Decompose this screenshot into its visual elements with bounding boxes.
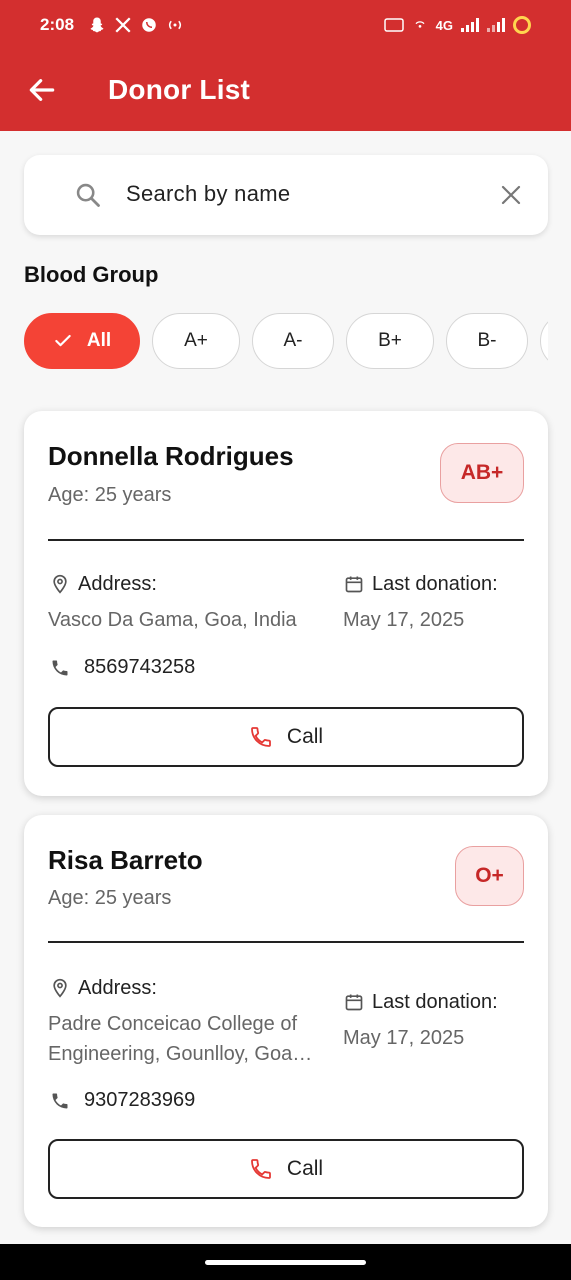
blood-group-badge: AB+ [440,443,524,503]
clear-icon[interactable] [499,183,523,207]
last-donation-value: May 17, 2025 [343,1027,465,1049]
address-value-line-2: Engineering, Gounlloy, Goa… [48,1043,313,1065]
last-donation-value: May 17, 2025 [343,609,465,631]
call-button-label: Call [286,1157,324,1180]
donor-age: Age: 25 years [48,484,172,506]
status-bar: 2:08 4G [0,0,571,50]
hotspot-icon [169,20,182,30]
location-pin-icon [53,978,67,998]
blood-group-badge: O+ [455,846,524,906]
phone-icon [251,1159,271,1179]
chip-label: B+ [378,330,402,351]
status-time: 2:08 [40,15,75,34]
search-bar[interactable]: Search by name [24,155,548,235]
phone-number[interactable]: 9307283969 [84,1089,195,1112]
system-indicators: 4G [383,16,531,34]
check-icon [55,334,71,347]
chip-b-positive[interactable]: B+ [346,313,434,369]
address-label: Address: [78,977,157,999]
call-button-label: Call [286,725,324,748]
call-button[interactable]: Call [48,1139,524,1199]
network-type: 4G [435,17,453,33]
chip-label: A+ [184,330,208,351]
page-title: Donor List [108,74,250,105]
chip-a-positive[interactable]: A+ [152,313,240,369]
toolbar: Donor List [0,50,571,131]
battery-icon [513,16,531,34]
snapchat-icon [90,17,104,33]
chip-all[interactable]: All [24,313,140,369]
donor-name: Risa Barreto [48,845,203,875]
last-donation-label: Last donation: [372,991,498,1013]
notification-icons [88,16,184,34]
blood-group-label: Blood Group [24,262,159,287]
home-gesture-handle[interactable] [205,1260,366,1265]
phone-icon [52,1093,68,1109]
whatsapp-icon [142,18,156,32]
calendar-icon [345,994,363,1011]
chip-more[interactable] [540,313,548,369]
phone-icon [52,660,68,676]
blood-group-chips: All A+ A- B+ B- [24,313,548,369]
donor-name: Donnella Rodrigues [48,441,294,471]
divider [48,539,524,541]
volte-icon [383,18,404,32]
system-nav-bar [0,1244,571,1280]
x-icon [115,17,131,33]
address-value: Vasco Da Gama, Goa, India [48,609,297,631]
address-value-line-1: Padre Conceicao College of [48,1013,298,1035]
calendar-icon [345,576,363,593]
call-button[interactable]: Call [48,707,524,767]
signal-icon-2 [487,18,505,32]
location-pin-icon [53,574,67,594]
chip-label: B- [477,330,497,351]
app-bar: 2:08 4G Donor List [0,0,571,131]
divider [48,941,524,943]
chip-b-negative[interactable]: B- [446,313,528,369]
signal-icon [461,18,479,32]
chip-label: All [86,330,112,351]
phone-icon [251,727,271,747]
search-icon [76,183,100,207]
chip-label: A- [283,330,303,351]
chip-a-negative[interactable]: A- [252,313,334,369]
phone-number[interactable]: 8569743258 [84,656,195,679]
last-donation-label: Last donation: [372,573,498,595]
donor-card: Risa Barreto Age: 25 years O+ Address: P… [24,815,548,1227]
donor-age: Age: 25 years [48,887,172,909]
search-input[interactable]: Search by name [126,181,290,207]
address-label: Address: [78,573,157,595]
wifi-calling-icon [415,21,425,28]
donor-card: Donnella Rodrigues Age: 25 years AB+ Add… [24,411,548,796]
back-arrow-icon[interactable] [26,74,58,106]
